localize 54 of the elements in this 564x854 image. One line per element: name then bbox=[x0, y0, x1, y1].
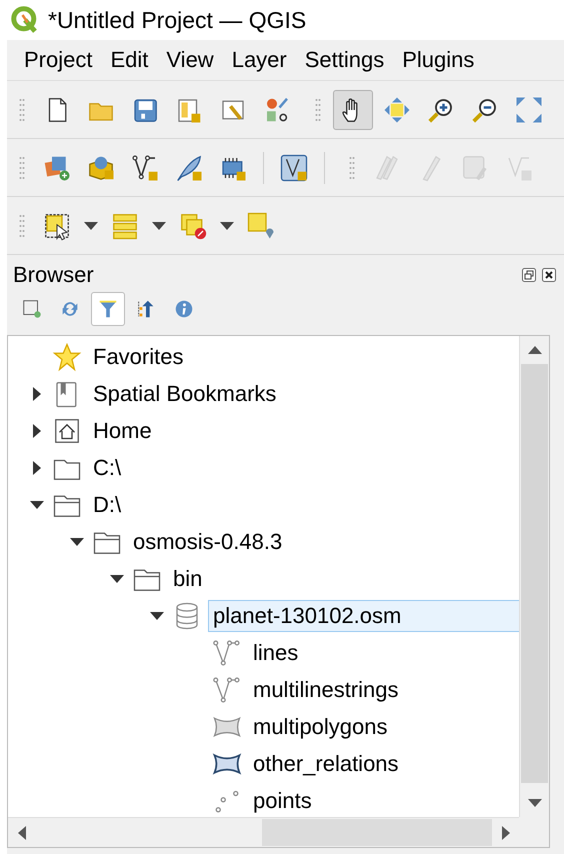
add-square-icon bbox=[21, 298, 43, 320]
caret-down-icon bbox=[70, 538, 84, 546]
tree-item[interactable]: D:\ bbox=[88, 488, 126, 520]
menu-item[interactable]: Edit bbox=[101, 43, 158, 77]
tree-item[interactable]: bin bbox=[168, 562, 208, 594]
info-icon bbox=[173, 298, 195, 320]
left-arrow-icon bbox=[18, 826, 26, 840]
scrollbar-thumb[interactable] bbox=[521, 364, 548, 783]
caret-icon bbox=[152, 222, 166, 230]
caret-down-icon bbox=[110, 574, 124, 582]
right-arrow-icon bbox=[502, 826, 510, 840]
tree-item[interactable]: Spatial Bookmarks bbox=[88, 378, 282, 410]
panel-title: Browser bbox=[13, 262, 94, 288]
menu-item[interactable]: View bbox=[157, 43, 223, 77]
caret-icon bbox=[84, 222, 98, 230]
horizontal-scrollbar[interactable] bbox=[8, 817, 519, 847]
line-geometry-icon bbox=[212, 674, 242, 704]
caret-right-icon bbox=[33, 424, 41, 438]
float-icon[interactable] bbox=[522, 268, 536, 282]
tree-item[interactable]: osmosis-0.48.3 bbox=[128, 526, 288, 558]
tree-item[interactable]: other_relations bbox=[248, 748, 404, 780]
line-geometry-icon bbox=[212, 638, 242, 668]
close-icon[interactable] bbox=[542, 268, 556, 282]
down-arrow-icon bbox=[528, 799, 542, 807]
square-pin-icon bbox=[246, 210, 276, 240]
vertex-frame-icon bbox=[279, 152, 309, 182]
tree-item[interactable]: multipolygons bbox=[248, 710, 393, 742]
menu-item[interactable]: Plugins bbox=[393, 43, 484, 77]
tree-item[interactable]: lines bbox=[248, 636, 304, 668]
filter-icon bbox=[97, 298, 119, 320]
menu-item[interactable]: Layer bbox=[222, 43, 296, 77]
vertical-scrollbar[interactable] bbox=[519, 336, 549, 817]
caret-icon bbox=[220, 222, 234, 230]
tree-item[interactable]: Home bbox=[88, 414, 157, 446]
caret-down-icon bbox=[30, 500, 44, 508]
caret-right-icon bbox=[33, 460, 41, 474]
panel-tool-button[interactable] bbox=[91, 292, 125, 326]
menu-item[interactable]: Project bbox=[15, 43, 102, 77]
menu-item[interactable]: Settings bbox=[296, 43, 394, 77]
window-title: *Untitled Project — QGIS bbox=[48, 6, 306, 34]
vertex-line-icon bbox=[130, 152, 160, 182]
toolbar-button[interactable] bbox=[333, 90, 373, 130]
four-arrows-icon bbox=[382, 94, 412, 124]
tree-item[interactable]: planet-130102.osm bbox=[208, 600, 519, 632]
star-icon bbox=[52, 342, 82, 372]
scrollbar-thumb[interactable] bbox=[262, 819, 492, 846]
tree-item[interactable]: C:\ bbox=[88, 452, 126, 484]
tree-item[interactable]: multilinestrings bbox=[248, 674, 404, 706]
zoom-full-icon bbox=[514, 94, 544, 124]
caret-down-icon bbox=[150, 612, 164, 620]
tree-item[interactable]: Favorites bbox=[88, 340, 188, 372]
tree-item[interactable]: points bbox=[248, 784, 317, 816]
up-arrow-icon bbox=[528, 346, 542, 354]
caret-right-icon bbox=[33, 386, 41, 400]
